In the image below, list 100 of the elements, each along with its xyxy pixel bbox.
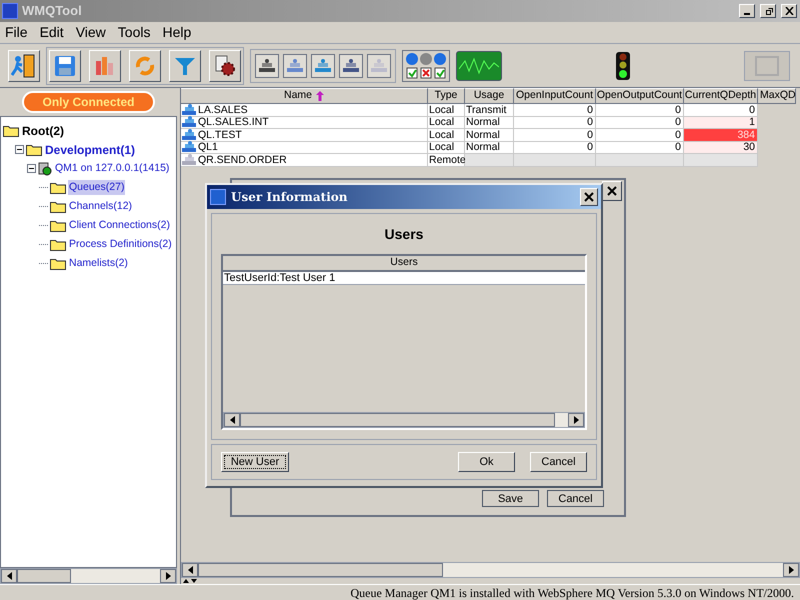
queue-icon (182, 104, 196, 116)
sort-up-icon (316, 91, 324, 101)
right-arrow-icon (166, 572, 170, 580)
status-text: Queue Manager QM1 is installed with WebSphere MQ Version 5.3.0 on Windows NT/2000. (350, 584, 794, 600)
menu-item[interactable]: File (5, 22, 28, 43)
column-header[interactable]: OpenOutputCount (596, 88, 684, 104)
filter-icon[interactable] (169, 50, 201, 82)
restore-button[interactable] (760, 4, 776, 18)
tree-item[interactable]: Namelists(2) (68, 256, 129, 272)
tree-item[interactable]: Process Definitions(2) (68, 236, 173, 252)
queue-name-cell: QL.TEST (181, 129, 428, 142)
queue-name-cell: LA.SALES (181, 104, 428, 116)
close-icon (607, 186, 617, 196)
close-button[interactable] (602, 181, 622, 201)
table-cell: 384 (684, 129, 758, 142)
table-cell: 0 (596, 116, 684, 129)
table-cell: Normal (465, 129, 514, 142)
queue-name-cell: QL1 (181, 142, 428, 154)
folder-icon (50, 220, 66, 232)
table-cell: Local (428, 129, 465, 142)
monitor-icon[interactable] (456, 50, 502, 80)
menu-item[interactable]: View (76, 22, 106, 43)
column-header[interactable]: MaxQD (758, 88, 796, 104)
table-cell: 0 (596, 142, 684, 154)
queue-view-icon[interactable] (255, 54, 279, 78)
column-header[interactable]: Type (428, 88, 465, 104)
close-icon (584, 192, 594, 202)
list-header[interactable]: Users (223, 256, 585, 272)
queue-icon (182, 141, 196, 154)
horizontal-scrollbar[interactable] (223, 412, 585, 428)
queue-icon (182, 116, 196, 128)
menu-item[interactable]: Edit (40, 22, 64, 43)
table-cell: Local (428, 142, 465, 154)
table-cell (465, 154, 514, 166)
folder-icon (50, 200, 66, 212)
traffic-light-icon (613, 50, 633, 80)
left-arrow-icon (230, 416, 234, 424)
column-header[interactable]: Name (181, 88, 428, 104)
close-button[interactable] (781, 4, 797, 18)
close-icon (784, 7, 794, 15)
table-cell: Remote (428, 154, 465, 166)
dialog-button[interactable]: Ok (458, 452, 515, 472)
dialog-button[interactable]: Cancel (530, 452, 587, 472)
folder-icon (50, 258, 66, 270)
tree-item[interactable]: Client Connections(2) (68, 218, 171, 234)
table-cell: Normal (465, 116, 514, 129)
table-cell: Transmit (465, 104, 514, 116)
collapse-icon[interactable] (27, 164, 36, 173)
app-logo-icon (210, 189, 226, 205)
table-cell: 0 (514, 129, 596, 142)
table-cell: 1 (684, 116, 758, 129)
queue-icon (182, 128, 196, 141)
horizontal-scrollbar[interactable] (0, 568, 177, 584)
folder-icon (3, 124, 19, 136)
settings-icon[interactable] (209, 50, 241, 82)
table-cell: 0 (514, 104, 596, 116)
status-lights-icon[interactable] (402, 50, 450, 82)
list-row[interactable]: TestUserId:Test User 1 (223, 272, 585, 285)
restore-icon (764, 7, 772, 15)
dialog-button[interactable]: Save (482, 490, 539, 507)
save-icon[interactable] (49, 50, 81, 82)
bar-chart-icon[interactable] (89, 50, 121, 82)
tree-item[interactable]: Queues(27) (68, 180, 126, 196)
column-header[interactable]: Usage (465, 88, 514, 104)
column-header[interactable]: CurrentQDepth (684, 88, 758, 104)
dialog-button[interactable]: New User (221, 452, 289, 472)
horizontal-scrollbar[interactable] (181, 562, 800, 578)
table-cell: 0 (596, 129, 684, 142)
refresh-icon[interactable] (129, 50, 161, 82)
dialog-button[interactable]: Cancel (547, 490, 604, 507)
dialog-title: User Information (231, 189, 348, 206)
minimize-button[interactable] (739, 4, 755, 18)
queue-name-cell: QR.SEND.ORDER (181, 154, 428, 166)
table-cell: Local (428, 104, 465, 116)
tree-item[interactable]: Development(1) (44, 140, 136, 158)
right-arrow-icon (574, 416, 578, 424)
close-button[interactable] (580, 188, 598, 206)
queue-icon (182, 154, 196, 166)
menu-item[interactable]: Tools (118, 22, 150, 43)
queue-name-cell: QL.SALES.INT (181, 116, 428, 129)
table-cell: 0 (514, 142, 596, 154)
exit-icon[interactable] (8, 50, 40, 82)
menu-item[interactable]: Help (162, 22, 192, 43)
table-cell: Local (428, 116, 465, 129)
queue-view-icon[interactable] (283, 54, 307, 78)
tree-item[interactable]: Root(2) (21, 122, 65, 140)
queue-view-icon[interactable] (367, 54, 391, 78)
tree-item[interactable]: QM1 on 127.0.0.1(1415) (54, 160, 170, 176)
collapse-icon[interactable] (15, 145, 24, 154)
server-icon (38, 162, 52, 176)
column-header[interactable]: OpenInputCount (514, 88, 596, 104)
queue-view-icon[interactable] (339, 54, 363, 78)
right-arrow-icon (788, 566, 794, 574)
table-cell: 0 (684, 104, 758, 116)
tree-item[interactable]: Channels(12) (68, 198, 134, 214)
table-cell: Normal (465, 142, 514, 154)
queue-view-icon[interactable] (311, 54, 335, 78)
splitter-arrows-icon[interactable] (183, 578, 197, 584)
table-cell: 0 (596, 104, 684, 116)
table-cell: 0 (514, 116, 596, 129)
